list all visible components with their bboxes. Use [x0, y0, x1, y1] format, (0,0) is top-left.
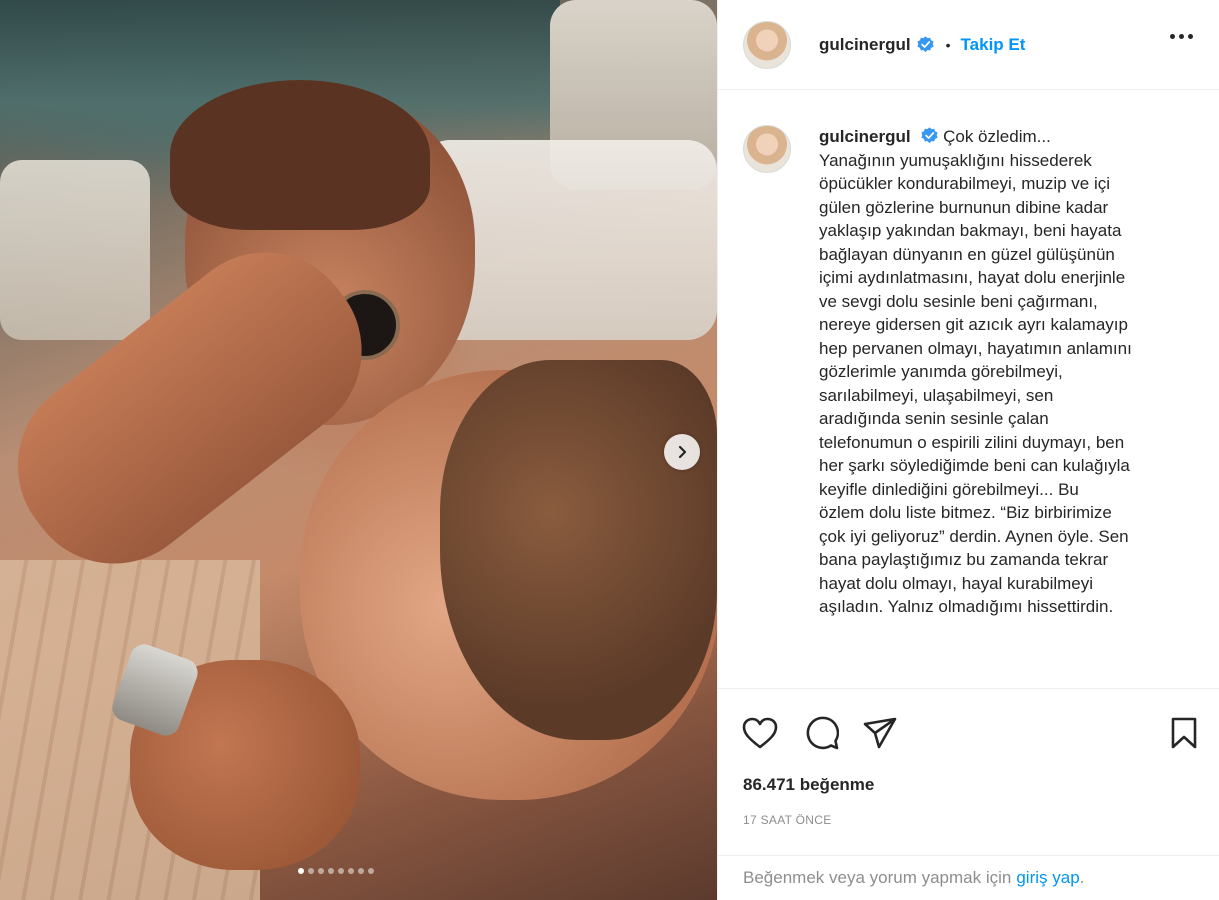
- carousel-dot: [328, 868, 334, 874]
- caption-line: aradığında senin sesinle çalan: [819, 409, 1049, 428]
- caption-area[interactable]: gulcinergul Çok özledim... Yanağının yumu…: [718, 91, 1219, 685]
- caption-line: çok iyi geliyoruz” derdin. Aynen öyle. S…: [819, 526, 1129, 546]
- caption-line: Yanağının yumuşaklığını hissederek: [819, 150, 1092, 170]
- caption-line: bağlayan dünyanın en güzel gülüşünün: [819, 244, 1115, 264]
- caption-line: özlem dolu liste bitmez. “Biz birbirimiz…: [819, 503, 1112, 522]
- caption-line: gülen gözlerine burnunun dibine kadar: [819, 197, 1109, 217]
- carousel-dot: [358, 868, 364, 874]
- save-button[interactable]: [1164, 713, 1204, 753]
- header-username[interactable]: gulcinergul: [819, 35, 911, 55]
- like-button[interactable]: [740, 713, 780, 753]
- photo-cushion: [0, 160, 150, 340]
- comment-button[interactable]: [802, 713, 842, 753]
- login-prompt-suffix: .: [1079, 868, 1085, 887]
- post-timestamp[interactable]: 17 SAAT ÖNCE: [743, 813, 832, 827]
- caption-line: ve sevgi dolu sesinle beni çağırmanı,: [819, 291, 1098, 311]
- caption-line: yaklaşıp yakından bakmayı, beni hayata: [819, 221, 1122, 240]
- comment-icon: [806, 716, 839, 750]
- caption-line: Çok özledim...: [943, 127, 1051, 146]
- carousel-dot: [368, 868, 374, 874]
- verified-badge-icon: [921, 127, 938, 144]
- caption-line: hayat dolu olmayı, hayal kurabilmeyi: [819, 573, 1094, 593]
- share-button[interactable]: [860, 713, 900, 753]
- caption-row: gulcinergul Çok özledim... Yanağının yumu…: [718, 91, 1219, 619]
- carousel-dot: [308, 868, 314, 874]
- photo-man-hair: [170, 80, 430, 230]
- carousel-dot: [348, 868, 354, 874]
- post-photo[interactable]: [0, 0, 717, 900]
- caption-line: hep pervanen olmayı, hayatımın anlamını: [819, 338, 1132, 358]
- bookmark-icon: [1171, 717, 1197, 749]
- follow-button[interactable]: Takip Et: [961, 35, 1026, 55]
- caption-line: öpücükler kondurabilmeyi, muzip ve içi: [819, 174, 1111, 193]
- caption-line: gözlerimle yanımda görebilmeyi,: [819, 362, 1063, 381]
- caption-line: her şarkı söylediğimde beni can kulağıyl…: [819, 456, 1130, 475]
- photo-woman-hair: [440, 360, 717, 740]
- share-icon: [863, 717, 897, 749]
- caption-line: keyifle dinlediğini görebilmeyi... Bu: [819, 479, 1079, 499]
- chevron-right-icon: [678, 445, 687, 459]
- caption-username[interactable]: gulcinergul: [819, 127, 911, 146]
- caption-line: sarılabilmeyi, ulaşabilmeyi, sen: [819, 385, 1054, 405]
- caption-line: nereye gidersen git azıcık ayrı kalamayı…: [819, 315, 1128, 334]
- avatar[interactable]: [743, 20, 791, 69]
- header-separator: •: [945, 36, 951, 53]
- carousel-dot: [298, 868, 304, 874]
- caption-line: aşıladın. Yalnız olmadığımı hissettirdin…: [819, 597, 1114, 616]
- post-header: gulcinergul • Takip Et: [718, 0, 1219, 90]
- post-side-panel: gulcinergul • Takip Et gulcinergul Çok ö…: [717, 0, 1219, 900]
- caption-text: gulcinergul Çok özledim... Yanağının yumu…: [819, 125, 1199, 619]
- login-prompt-text: Beğenmek veya yorum yapmak için: [743, 868, 1012, 887]
- login-link[interactable]: giriş yap: [1016, 868, 1079, 888]
- post-actions: 86.471 beğenme 17 SAAT ÖNCE: [718, 688, 1219, 827]
- verified-badge-icon: [917, 36, 934, 53]
- caption-line: bana paylaştığımız bu zamanda tekrar: [819, 550, 1109, 569]
- heart-icon: [742, 717, 778, 749]
- carousel-dot: [338, 868, 344, 874]
- carousel-dot: [318, 868, 324, 874]
- caption-line: telefonumun o espirili zilini duymayı, b…: [819, 432, 1125, 452]
- carousel-indicator: [298, 868, 374, 874]
- carousel-next-button[interactable]: [664, 434, 700, 470]
- caption-avatar[interactable]: [743, 125, 791, 173]
- more-options-icon[interactable]: [1170, 34, 1193, 39]
- like-count[interactable]: 86.471 beğenme: [743, 775, 874, 795]
- login-prompt: Beğenmek veya yorum yapmak için giriş ya…: [718, 855, 1219, 900]
- caption-line: içimi aydınlatmasını, hayat dolu enerjin…: [819, 268, 1126, 287]
